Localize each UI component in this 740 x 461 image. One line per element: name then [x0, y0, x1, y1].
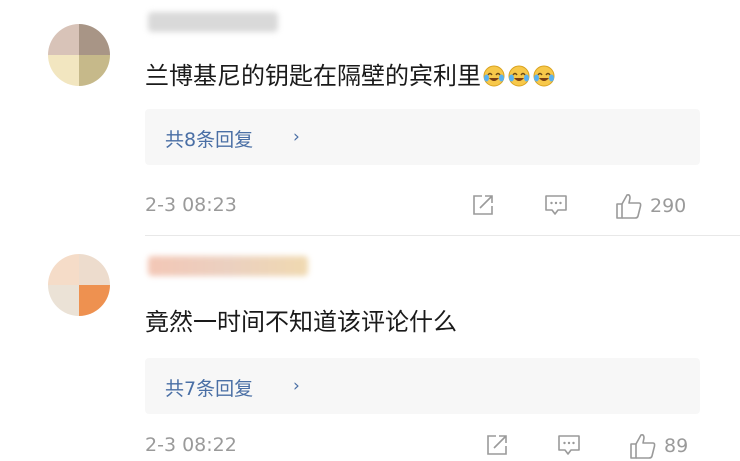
replies-count-label: 共8条回复	[165, 129, 254, 151]
comment-text: 兰博基尼的钥匙在隔壁的宾利里	[145, 56, 556, 91]
avatar-pixel	[48, 24, 79, 55]
like-count: 290	[650, 195, 687, 217]
view-replies-button[interactable]: 共8条回复 ›	[145, 109, 700, 165]
laugh-cry-icon	[508, 65, 530, 87]
chevron-right-icon: ›	[293, 376, 300, 396]
chevron-right-icon: ›	[293, 127, 300, 147]
thumbs-up-icon	[616, 194, 642, 219]
like-button[interactable]: 290	[614, 192, 686, 220]
avatar-pixel	[79, 55, 110, 86]
comment-text: 竟然一时间不知道该评论什么	[145, 302, 457, 337]
comment-icon	[558, 435, 580, 455]
share-icon	[473, 195, 493, 215]
share-button[interactable]	[484, 432, 510, 458]
comment-reply-button[interactable]	[543, 192, 569, 218]
username-blurred[interactable]	[148, 256, 308, 276]
avatar[interactable]	[48, 24, 110, 86]
replies-count-label: 共7条回复	[165, 378, 254, 400]
comment-icon	[545, 195, 567, 215]
comment-item: 竟然一时间不知道该评论什么 共7条回复 › 2-3 08:22 89	[0, 236, 740, 461]
avatar-pixel	[48, 55, 79, 86]
view-replies-button[interactable]: 共7条回复 ›	[145, 358, 700, 414]
avatar-pixel	[79, 285, 110, 316]
share-button[interactable]	[470, 192, 496, 218]
avatar-pixel	[79, 254, 110, 285]
laugh-cry-icon	[533, 65, 555, 87]
like-button[interactable]: 89	[628, 432, 688, 460]
comment-timestamp: 2-3 08:23	[145, 194, 237, 216]
share-icon	[487, 435, 507, 455]
comment-item: 兰博基尼的钥匙在隔壁的宾利里 共8条回复 › 2-3 08:23 290	[0, 0, 740, 236]
comment-timestamp: 2-3 08:22	[145, 434, 237, 456]
laugh-cry-icon	[483, 65, 505, 87]
like-count: 89	[664, 435, 689, 457]
avatar-pixel	[79, 24, 110, 55]
comment-body: 兰博基尼的钥匙在隔壁的宾利里	[145, 62, 481, 90]
comment-body: 竟然一时间不知道该评论什么	[145, 308, 457, 336]
comment-reply-button[interactable]	[556, 432, 582, 458]
username-blurred[interactable]	[148, 12, 278, 32]
thumbs-up-icon	[630, 434, 656, 459]
avatar[interactable]	[48, 254, 110, 316]
avatar-pixel	[48, 285, 79, 316]
avatar-pixel	[48, 254, 79, 285]
